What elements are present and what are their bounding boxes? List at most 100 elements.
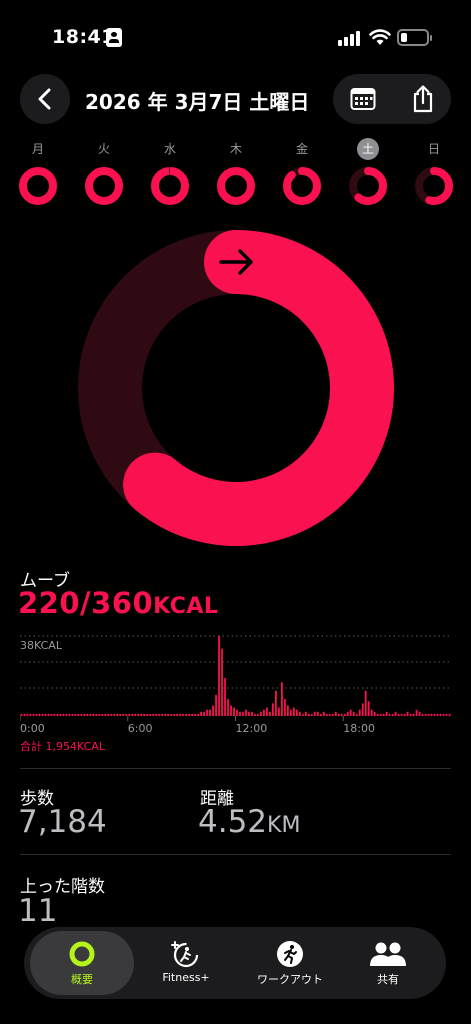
chart-bar xyxy=(406,711,409,716)
chart-bar xyxy=(340,713,343,716)
chart-bar xyxy=(337,713,340,716)
chart-bar xyxy=(143,713,146,716)
chart-bar xyxy=(167,713,170,716)
day-label: 月 xyxy=(31,142,44,156)
chart-bar xyxy=(197,713,199,716)
week-strip: 月 火 水 木 金 土日 xyxy=(0,138,471,218)
chart-bar xyxy=(26,713,29,716)
day-5[interactable]: 土 xyxy=(340,138,396,206)
chart-bar xyxy=(278,707,280,716)
calendar-button[interactable] xyxy=(343,79,383,119)
day-3[interactable]: 木 xyxy=(208,138,264,206)
chart-bar xyxy=(38,713,41,716)
chart-bar xyxy=(128,713,131,716)
chart-bar xyxy=(263,709,265,716)
chart-bar xyxy=(367,701,370,716)
chart-bar xyxy=(152,713,155,716)
chart-bar xyxy=(358,709,361,716)
chart-bar xyxy=(304,711,307,716)
day-6[interactable]: 日 xyxy=(406,138,462,206)
day-4[interactable]: 金 xyxy=(274,138,330,206)
chevron-left-icon xyxy=(38,88,51,110)
chart-bar xyxy=(20,713,23,716)
chart-bar xyxy=(92,713,95,716)
chart-bar xyxy=(319,713,322,716)
chart-total: 合計 1,954KCAL xyxy=(20,740,105,753)
day-label: 金 xyxy=(295,142,308,156)
chart-bar xyxy=(50,713,53,716)
back-button[interactable] xyxy=(20,74,70,124)
day-0[interactable]: 月 xyxy=(10,138,66,206)
chart-bar xyxy=(373,711,376,716)
chart-bar xyxy=(32,713,35,716)
hourly-move-chart: 38KCAL 0:00 6:00 12:00 18:00 xyxy=(20,635,451,734)
day-label: 火 xyxy=(97,142,110,156)
chart-bar xyxy=(113,713,116,716)
chart-bar xyxy=(251,711,253,716)
battery-icon xyxy=(397,29,432,46)
divider xyxy=(20,768,451,769)
floors-value: 11 xyxy=(18,893,58,929)
chart-bar xyxy=(394,711,397,716)
chart-bar xyxy=(260,711,262,716)
chart-bar xyxy=(280,682,283,716)
chart-bar xyxy=(125,713,128,716)
chart-bar xyxy=(242,711,244,716)
chart-bar xyxy=(131,713,134,716)
chart-bar xyxy=(122,713,125,716)
tab-sharing[interactable]: 共有 xyxy=(336,931,440,995)
chart-bar xyxy=(325,713,328,716)
chart-bar xyxy=(35,713,38,716)
chart-bar xyxy=(283,699,286,716)
day-label: 水 xyxy=(163,142,176,156)
chart-bar xyxy=(361,703,364,716)
chart-bar xyxy=(331,713,334,716)
chart-bar xyxy=(194,713,196,716)
workout-runner-icon xyxy=(277,941,303,967)
chart-bar xyxy=(158,713,161,716)
chart-bar xyxy=(316,711,319,716)
tab-label: ワークアウト xyxy=(257,973,323,986)
chart-bar xyxy=(295,709,298,716)
chart-bar xyxy=(164,713,167,716)
tab-bar: 概要 Fitness+ ワークアウト 共有 xyxy=(24,927,446,999)
day-label: 木 xyxy=(229,142,242,156)
chart-bar xyxy=(301,713,304,716)
chart-bar xyxy=(439,713,442,716)
chart-bar xyxy=(212,705,214,716)
chart-bar xyxy=(266,707,268,716)
tab-workout[interactable]: ワークアウト xyxy=(238,931,342,995)
chart-bar xyxy=(257,713,259,716)
chart-bar xyxy=(185,713,188,716)
tab-label: 共有 xyxy=(377,973,399,986)
chart-bar xyxy=(355,713,358,716)
chart-bar xyxy=(86,713,89,716)
chart-bar xyxy=(77,713,80,716)
chart-bar xyxy=(427,713,430,716)
chart-bar xyxy=(442,713,445,716)
tab-label: Fitness+ xyxy=(162,971,210,984)
id-badge-icon xyxy=(106,28,122,47)
chart-bar xyxy=(448,713,451,716)
chart-bar xyxy=(415,709,418,716)
day-ring xyxy=(151,167,189,205)
chart-bar xyxy=(248,711,250,716)
day-1[interactable]: 火 xyxy=(76,138,132,206)
chart-bar xyxy=(44,713,47,716)
share-button[interactable] xyxy=(403,79,443,119)
activity-ring-icon xyxy=(69,941,95,967)
chart-bar xyxy=(209,709,211,716)
chart-bar xyxy=(23,713,26,716)
chart-bar xyxy=(59,713,62,716)
fitness-plus-icon xyxy=(171,941,199,968)
tab-fitness-plus[interactable]: Fitness+ xyxy=(134,931,238,995)
chart-bar xyxy=(349,709,352,716)
tab-summary[interactable]: 概要 xyxy=(30,931,134,995)
move-value: 220/360KCAL xyxy=(18,586,219,620)
chart-bar xyxy=(409,713,412,716)
day-2[interactable]: 水 xyxy=(142,138,198,206)
chart-bar xyxy=(65,713,68,716)
chart-bar xyxy=(391,713,394,716)
chart-bar xyxy=(310,713,313,716)
chart-bar xyxy=(71,713,74,716)
